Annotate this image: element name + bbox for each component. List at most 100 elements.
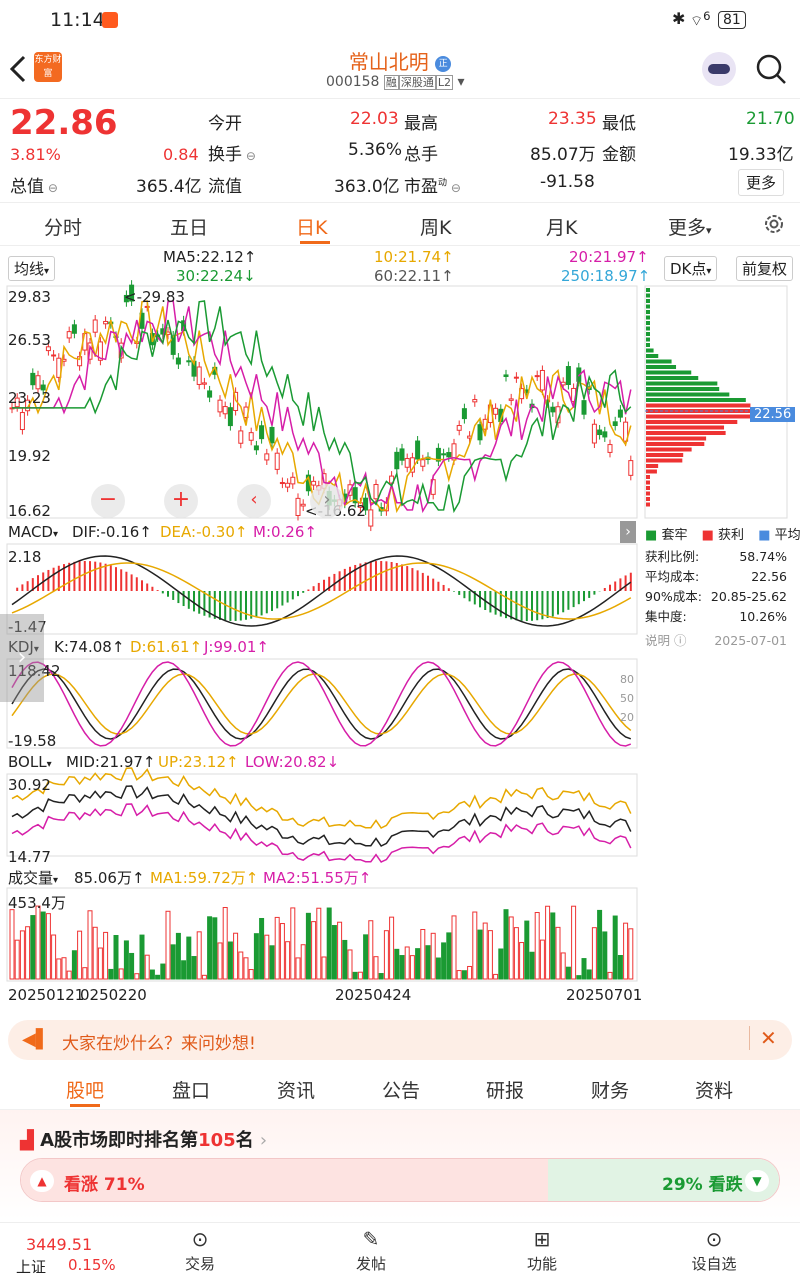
stock-code-line: 000158 融深股通 L2 ▾ — [326, 74, 465, 90]
chip-bar — [646, 425, 725, 430]
tab-research[interactable]: 研报 — [486, 1076, 524, 1103]
tab-minute[interactable]: 分时 — [44, 213, 82, 240]
candle-body — [368, 509, 374, 527]
volume-bar — [175, 932, 181, 980]
boll-selector[interactable]: BOLL▾ — [8, 753, 52, 771]
ma30-line — [12, 300, 632, 514]
volume-bar — [56, 958, 62, 980]
tab-order-book[interactable]: 盘口 — [172, 1076, 210, 1103]
volume-bar — [571, 905, 577, 980]
volume-bar — [430, 932, 436, 980]
candle-body — [420, 459, 426, 467]
chip-bar — [646, 414, 752, 419]
notification-icon — [102, 12, 118, 28]
volume-bar — [378, 973, 384, 980]
volume-bar — [61, 957, 67, 980]
tab-more[interactable]: 更多▾ — [668, 213, 712, 240]
volume-bar — [487, 930, 493, 980]
volume-bar — [123, 940, 129, 980]
tab-daily-k[interactable]: 日K — [296, 213, 327, 240]
macd-selector[interactable]: MACD▾ — [8, 523, 58, 541]
volume-bar — [103, 931, 109, 980]
scroll-left-button[interactable]: ‹ — [237, 484, 271, 518]
tab-weekly-k[interactable]: 周K — [420, 213, 451, 240]
post-button[interactable]: ✎ 发帖 — [331, 1227, 411, 1274]
tab-finance[interactable]: 财务 — [591, 1076, 629, 1103]
volume-bar — [555, 926, 561, 980]
volume-bar — [545, 905, 551, 980]
volume-bar — [383, 930, 389, 980]
index-value[interactable]: 3449.51 — [26, 1235, 92, 1254]
bottom-nav: 3449.51 上证 0.15% ⊙ 交易 ✎ 发帖 ⊞ 功能 ⊙ 设自选 — [0, 1222, 800, 1280]
tab-monthly-k[interactable]: 月K — [546, 213, 577, 240]
chip-bar — [646, 436, 707, 441]
side-drawer-handle[interactable]: › — [0, 614, 44, 702]
robot-avatar-icon[interactable] — [702, 52, 736, 86]
volume-bar — [269, 945, 275, 980]
volume-bar — [331, 925, 337, 980]
volume-bar — [35, 905, 41, 980]
volume-bar — [425, 945, 431, 980]
candle-body — [503, 374, 509, 378]
candle-body — [51, 354, 57, 357]
volume-bar — [352, 971, 358, 980]
tab-five-day[interactable]: 五日 — [170, 213, 208, 240]
turnover-label: 换手 ⊖ — [208, 145, 256, 165]
volume-bar — [290, 907, 296, 980]
volume-bar — [503, 909, 509, 980]
candle-body — [446, 452, 452, 458]
market-rank-link[interactable]: ▟ A股市场即时排名第105名 › — [20, 1126, 267, 1152]
chip-bar — [646, 469, 657, 474]
vol-selector[interactable]: 成交量▾ — [8, 867, 58, 888]
volume-bar — [238, 951, 244, 980]
candle-body — [207, 390, 213, 398]
volume-bar — [326, 907, 332, 980]
tab-forum[interactable]: 股吧 — [66, 1076, 104, 1103]
last-price: 22.86 — [10, 103, 118, 143]
zoom-in-button[interactable]: + — [164, 484, 198, 518]
volume-bar — [498, 948, 504, 980]
volume-bar — [399, 955, 405, 980]
boll-ymin: 14.77 — [8, 848, 51, 866]
zoom-out-button[interactable]: − — [91, 484, 125, 518]
volume-bar — [628, 928, 634, 980]
candle-body — [285, 482, 291, 488]
add-watchlist-button[interactable]: ⊙ 设自选 — [674, 1227, 754, 1274]
tab-announcements[interactable]: 公告 — [382, 1076, 420, 1103]
chip-avg-price: 22.56 — [750, 407, 796, 422]
volume-bar — [321, 956, 327, 980]
expand-panel-icon[interactable]: › — [620, 521, 636, 543]
chip-bar — [646, 447, 692, 452]
volume-bar — [409, 955, 415, 980]
candle-body — [612, 421, 618, 427]
edit-icon: ✎ — [362, 1227, 380, 1251]
search-icon[interactable] — [754, 52, 788, 86]
chip-bar — [646, 321, 650, 325]
volume-bar — [534, 912, 540, 980]
ask-banner[interactable]: ◀▌ 大家在炒什么？来问妙想! ✕ — [8, 1020, 792, 1060]
volume-bar — [441, 942, 447, 980]
vol-ma1: MA1:59.72万↑ — [150, 869, 259, 887]
trade-button[interactable]: ⊙ 交易 — [160, 1227, 240, 1274]
high-label: 最高 — [404, 114, 438, 134]
chip-note-link[interactable]: 说明 ⓘ — [645, 631, 687, 651]
open-label: 今开 — [208, 114, 242, 134]
volume-bar — [373, 956, 379, 980]
gear-icon[interactable] — [762, 212, 786, 236]
battery-icon: 81 — [718, 11, 746, 29]
volume-bar — [253, 933, 259, 980]
functions-button[interactable]: ⊞ 功能 — [502, 1227, 582, 1274]
chip-bar — [646, 354, 659, 358]
volume-bar — [113, 935, 119, 980]
volume-bar — [550, 912, 556, 980]
tab-news[interactable]: 资讯 — [277, 1076, 315, 1103]
tab-profile[interactable]: 资料 — [695, 1076, 733, 1103]
chip-bar — [646, 359, 672, 364]
bearish-button[interactable]: ▼ — [745, 1170, 769, 1192]
close-icon[interactable]: ✕ — [749, 1026, 777, 1050]
volume-bar — [415, 948, 421, 980]
vol-ymax: 453.4万 — [8, 894, 66, 912]
bullish-button[interactable]: ▲ — [30, 1170, 54, 1192]
scroll-right-button[interactable]: › — [310, 484, 344, 518]
more-button[interactable]: 更多 — [738, 169, 785, 196]
